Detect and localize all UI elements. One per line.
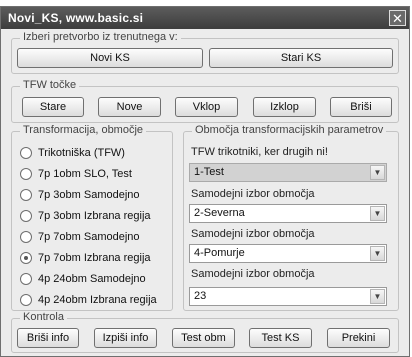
control-group: Kontrola Briši info Izpiši info Test obm… [11, 311, 399, 353]
radio-button-icon[interactable] [20, 189, 32, 201]
region-select-3-value: 4-Pomurje [194, 247, 245, 259]
radio-button-icon[interactable] [20, 147, 32, 159]
radio-option-label: 7p 3obm Izbrana regija [38, 210, 151, 222]
dialog-window: Novi_KS, www.basic.si ✕ Izberi pretvorbo… [0, 6, 410, 357]
chevron-down-icon[interactable]: ▼ [370, 246, 385, 261]
stare-button[interactable]: Stare [22, 97, 84, 117]
test-ks-button[interactable]: Test KS [249, 328, 312, 348]
radio-option-label: 4p 24obm Izbrana regija [38, 294, 157, 306]
chevron-down-icon[interactable]: ▼ [370, 206, 385, 221]
region-select-4-value: 23 [194, 290, 207, 302]
radio-option-6[interactable]: 7p 7obm Izbrana regija [20, 250, 151, 266]
radio-button-icon[interactable] [20, 294, 32, 306]
prekini-button[interactable]: Prekini [327, 328, 390, 348]
radio-option-label: 7p 7obm Samodejno [38, 231, 140, 243]
radio-option-1[interactable]: Trikotniška (TFW) [20, 145, 125, 161]
radio-option-label: 7p 3obm Samodejno [38, 189, 140, 201]
stari-ks-button[interactable]: Stari KS [209, 48, 393, 68]
radio-option-4[interactable]: 7p 3obm Izbrana regija [20, 208, 151, 224]
vklop-button[interactable]: Vklop [175, 97, 238, 117]
radio-option-2[interactable]: 7p 1obm SLO, Test [20, 166, 132, 182]
title-bar[interactable]: Novi_KS, www.basic.si ✕ [1, 7, 409, 29]
radio-option-8[interactable]: 4p 24obm Izbrana regija [20, 292, 157, 308]
conversion-group-legend: Izberi pretvorbo iz trenutnega v: [20, 31, 181, 43]
chevron-down-icon[interactable]: ▼ [370, 165, 385, 180]
region-select-2[interactable]: 2-Severna ▼ [189, 204, 387, 223]
tfw-group-legend: TFW točke [20, 79, 80, 91]
tfw-group: TFW točke Stare Nove Vklop Izklop Briši [11, 79, 399, 123]
radio-option-label: Trikotniška (TFW) [38, 147, 125, 159]
region-select-1-value: 1-Test [194, 166, 224, 178]
radio-option-label: 4p 24obm Samodejno [38, 273, 146, 285]
region-select-1[interactable]: 1-Test ▼ [189, 163, 387, 182]
test-obm-button[interactable]: Test obm [172, 328, 235, 348]
params-label-4: Samodejni izbor območja [191, 268, 315, 280]
region-select-3[interactable]: 4-Pomurje ▼ [189, 244, 387, 263]
radio-option-5[interactable]: 7p 7obm Samodejno [20, 229, 140, 245]
nove-button[interactable]: Nove [98, 97, 161, 117]
params-label-2: Samodejni izbor območja [191, 188, 315, 200]
radio-button-icon[interactable] [20, 168, 32, 180]
transform-group-legend: Transformacija, območje [20, 124, 147, 136]
radio-button-icon[interactable] [20, 210, 32, 222]
radio-option-label: 7p 1obm SLO, Test [38, 168, 132, 180]
params-group-legend: Območja transformacijskih parametrov [192, 124, 387, 136]
novi-ks-button[interactable]: Novi KS [17, 48, 203, 68]
radio-button-icon[interactable] [20, 231, 32, 243]
params-label-1: TFW trikotniki, ker drugih ni! [191, 146, 328, 158]
radio-option-7[interactable]: 4p 24obm Samodejno [20, 271, 146, 287]
close-icon[interactable]: ✕ [389, 10, 406, 26]
region-select-2-value: 2-Severna [194, 207, 245, 219]
transform-group: Transformacija, območje Trikotniška (TFW… [11, 124, 173, 311]
izklop-button[interactable]: Izklop [253, 97, 316, 117]
region-select-4[interactable]: 23 ▼ [189, 287, 387, 306]
conversion-group: Izberi pretvorbo iz trenutnega v: Novi K… [11, 31, 399, 74]
control-group-legend: Kontrola [20, 311, 67, 323]
radio-option-3[interactable]: 7p 3obm Samodejno [20, 187, 140, 203]
radio-option-label: 7p 7obm Izbrana regija [38, 252, 151, 264]
radio-button-icon[interactable] [20, 273, 32, 285]
window-title: Novi_KS, www.basic.si [8, 11, 144, 25]
brisi-info-button[interactable]: Briši info [17, 328, 79, 348]
izpisi-info-button[interactable]: Izpiši info [94, 328, 157, 348]
brisi-button[interactable]: Briši [330, 97, 392, 117]
chevron-down-icon[interactable]: ▼ [370, 289, 385, 304]
params-label-3: Samodejni izbor območja [191, 228, 315, 240]
radio-button-selected-icon[interactable] [20, 252, 32, 264]
